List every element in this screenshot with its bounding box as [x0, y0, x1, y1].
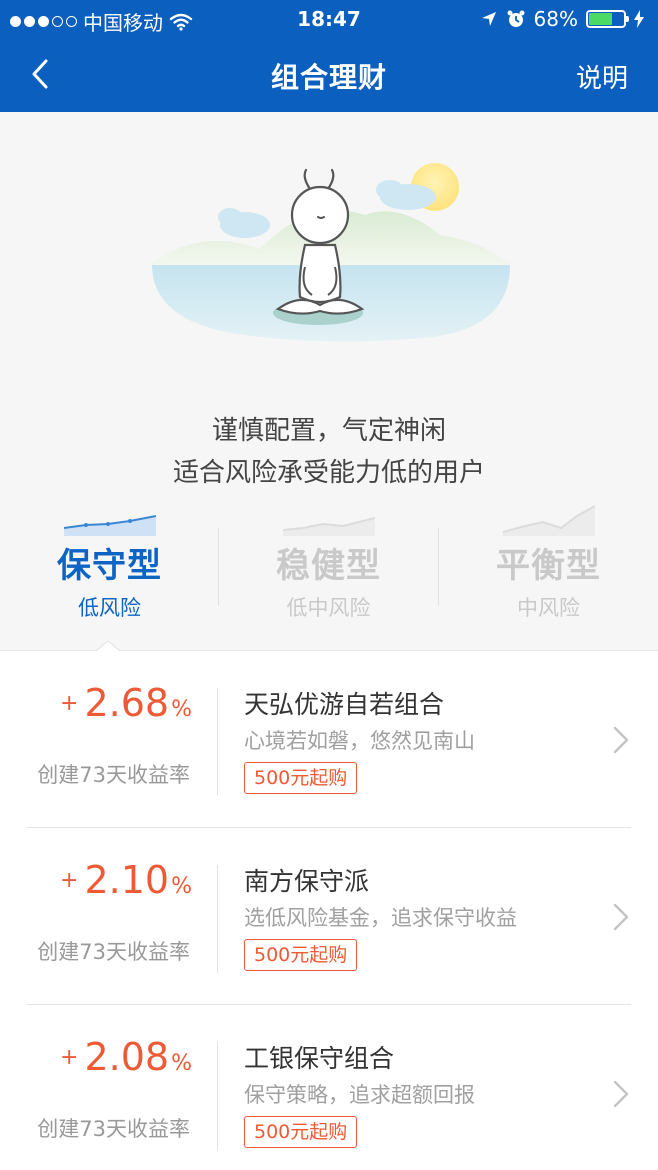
nav-bar: 组合理财 说明 [0, 38, 658, 112]
portfolio-item[interactable]: +2.10% 创建73天收益率 南方保守派 选低风险基金，追求保守收益 500元… [0, 828, 658, 1005]
chevron-right-icon [613, 1080, 629, 1108]
portfolio-name: 工银保守组合 [244, 1044, 395, 1073]
tab-risk-level: 中风险 [517, 596, 580, 620]
portfolio-description: 心境若如磐，悠然见南山 [244, 729, 475, 753]
plus-sign: + [60, 1045, 79, 1070]
hero-subtitle: 适合风险承受能力低的用户 [172, 458, 485, 488]
active-tab-pointer [96, 640, 120, 652]
portfolio-list: +2.68% 创建73天收益率 天弘优游自若组合 心境若如磐，悠然见南山 500… [0, 650, 658, 1170]
chevron-right-icon [613, 726, 629, 754]
tab-label: 稳健型 [276, 546, 381, 586]
item-divider [217, 865, 218, 973]
yield-value: +2.10% [0, 858, 192, 902]
risk-type-tabs: 保守型 低风险 稳健型 低中风险 平衡型 中风险 [0, 500, 658, 650]
plus-sign: + [60, 868, 79, 893]
percent-unit: % [171, 1051, 192, 1076]
percent-unit: % [171, 697, 192, 722]
battery-icon [586, 10, 629, 28]
item-divider [217, 688, 218, 796]
tab-label: 平衡型 [496, 546, 601, 586]
location-arrow-icon [481, 12, 496, 26]
status-right: 68% [480, 7, 644, 31]
yield-label: 创建73天收益率 [37, 940, 190, 964]
help-button[interactable]: 说明 [576, 58, 628, 95]
portfolio-name: 天弘优游自若组合 [244, 690, 445, 719]
tab-steady[interactable]: 稳健型 低中风险 [219, 500, 438, 650]
yield-value: +2.68% [0, 681, 192, 725]
min-purchase-badge: 500元起购 [244, 762, 358, 794]
plus-sign: + [60, 691, 79, 716]
trend-sparkline-icon [64, 515, 156, 536]
tab-risk-level: 低中风险 [286, 596, 371, 620]
min-purchase-badge: 500元起购 [244, 939, 358, 971]
portfolio-name: 南方保守派 [244, 867, 370, 896]
portfolio-description: 选低风险基金，追求保守收益 [244, 906, 517, 930]
percent-unit: % [171, 874, 192, 899]
yield-number: 2.08 [84, 1035, 170, 1079]
hero-section: 谨慎配置，气定神闲 适合风险承受能力低的用户 保守型 低风险 稳健型 低中风险 [0, 112, 658, 650]
trend-sparkline-icon [503, 505, 595, 536]
tab-conservative[interactable]: 保守型 低风险 [0, 500, 219, 650]
battery-percent: 68% [533, 7, 578, 31]
battery-level-fill [589, 13, 613, 25]
yield-number: 2.68 [84, 681, 170, 725]
tab-label: 保守型 [57, 546, 162, 586]
yield-label: 创建73天收益率 [37, 1117, 190, 1141]
min-purchase-badge: 500元起购 [244, 1116, 358, 1148]
yield-value: +2.08% [0, 1035, 192, 1079]
hero-tagline: 谨慎配置，气定神闲 [211, 416, 446, 446]
tab-risk-level: 低风险 [78, 596, 141, 620]
alarm-clock-icon [507, 10, 525, 27]
meditation-illustration [150, 163, 510, 342]
portfolio-description: 保守策略，追求超额回报 [244, 1083, 475, 1107]
portfolio-item[interactable]: +2.08% 创建73天收益率 工银保守组合 保守策略，追求超额回报 500元起… [0, 1005, 658, 1170]
status-bar: 中国移动 18:47 68% [0, 0, 658, 38]
item-divider [217, 1042, 218, 1150]
chevron-right-icon [613, 903, 629, 931]
portfolio-item[interactable]: +2.68% 创建73天收益率 天弘优游自若组合 心境若如磐，悠然见南山 500… [0, 651, 658, 828]
page-title: 组合理财 [270, 61, 387, 94]
yield-label: 创建73天收益率 [37, 763, 190, 787]
charging-bolt-icon [634, 10, 644, 28]
yield-number: 2.10 [84, 858, 170, 902]
tab-balanced[interactable]: 平衡型 中风险 [439, 500, 658, 650]
trend-sparkline-icon [283, 517, 375, 536]
